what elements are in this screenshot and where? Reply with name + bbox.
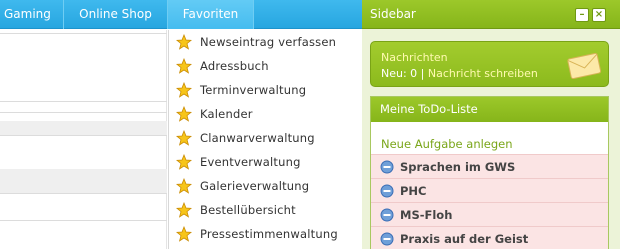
todo-item-label: Sprachen im GWS [400,159,516,174]
sidebar: Sidebar – × Nachrichten Neu: 0 | Nachric… [362,0,620,249]
divider [0,33,167,34]
menu-item-label: Kalender [200,107,253,121]
menu-item-adressbuch[interactable]: Adressbuch [169,54,362,78]
messages-status: Neu: 0 | Nachricht schreiben [381,67,538,80]
write-message-link[interactable]: Nachricht schreiben [428,67,538,80]
divider [0,220,167,221]
menu-item-label: Clanwarverwaltung [200,131,315,145]
todo-list-title: Meine ToDo-Liste [371,97,608,122]
menu-item-label: Newseintrag verfassen [200,35,337,49]
todo-item[interactable]: MS-Floh [371,202,608,226]
favoriten-dropdown-menu: Newseintrag verfassen Adressbuch Terminv… [168,30,361,249]
menu-item-bestelluebersicht[interactable]: Bestellübersicht [169,198,362,222]
menu-item-pressestimmenwaltung[interactable]: Pressestimmenwaltung [169,222,362,246]
star-icon [176,58,192,74]
menu-item-kalender[interactable]: Kalender [169,102,362,126]
sidebar-header: Sidebar – × [362,0,620,29]
menu-item-clanwarverwaltung[interactable]: Clanwarverwaltung [169,126,362,150]
sidebar-title: Sidebar [370,7,416,21]
star-icon [176,34,192,50]
divider [0,193,167,194]
separator: | [420,67,425,80]
star-icon [176,154,192,170]
todo-item-label: PHC [400,183,427,198]
star-icon [176,226,192,242]
menu-item-label: Terminverwaltung [200,83,307,97]
star-icon [176,82,192,98]
menu-item-label: Bestellübersicht [200,203,296,217]
todo-list-panel: Meine ToDo-Liste Neue Aufgabe anlegen Sp… [370,96,609,249]
menu-item-label: Pressestimmenwaltung [200,227,338,241]
todo-item-label: MS-Floh [400,207,453,222]
content-row-shaded [0,169,167,193]
task-bullet-icon [380,160,394,173]
task-bullet-icon [380,232,394,245]
menu-item-terminverwaltung[interactable]: Terminverwaltung [169,78,362,102]
minimize-icon[interactable]: – [575,8,589,22]
new-messages-count: Neu: 0 [381,67,418,80]
menu-item-eventverwaltung[interactable]: Eventverwaltung [169,150,362,174]
menu-item-label: Adressbuch [200,59,269,73]
star-icon [176,202,192,218]
todo-item[interactable]: Praxis auf der Geist [371,226,608,249]
todo-item[interactable]: Sprachen im GWS [371,154,608,178]
close-icon[interactable]: × [592,8,606,22]
task-bullet-icon [380,208,394,221]
star-icon [176,130,192,146]
task-bullet-icon [380,184,394,197]
divider [0,101,167,102]
tab-gaming[interactable]: Gaming [0,0,64,29]
tab-online-shop[interactable]: Online Shop [64,0,168,29]
envelope-icon [567,52,602,80]
star-icon [176,106,192,122]
top-navigation: Gaming Online Shop Favoriten [0,0,362,29]
messages-box: Nachrichten Neu: 0 | Nachricht schreiben [370,41,609,87]
divider [0,135,167,136]
star-icon [176,178,192,194]
content-row-shaded [0,121,167,135]
messages-title[interactable]: Nachrichten [381,51,448,64]
menu-item-newseintrag[interactable]: Newseintrag verfassen [169,30,362,54]
divider [0,112,167,113]
add-task-link[interactable]: Neue Aufgabe anlegen [381,137,513,151]
todo-item[interactable]: PHC [371,178,608,202]
todo-item-label: Praxis auf der Geist [400,231,529,246]
tab-favoriten[interactable]: Favoriten [168,0,254,29]
main-content-area [0,30,167,249]
menu-item-galerieverwaltung[interactable]: Galerieverwaltung [169,174,362,198]
menu-item-label: Galerieverwaltung [200,179,310,193]
menu-item-label: Eventverwaltung [200,155,301,169]
